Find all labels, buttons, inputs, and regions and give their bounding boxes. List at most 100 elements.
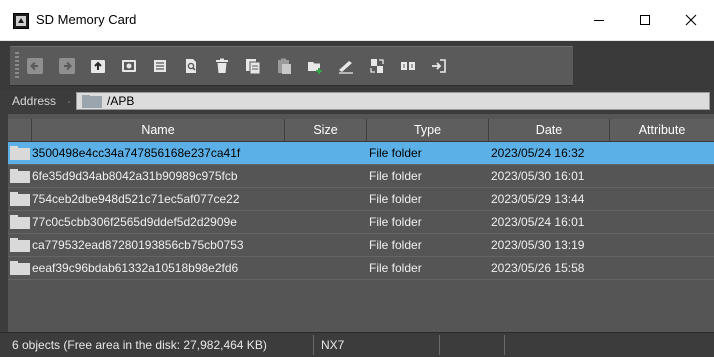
forward-button[interactable] [54,54,80,78]
back-button[interactable] [22,54,48,78]
table-row[interactable]: ca779532ead87280193856cb75cb0753 File fo… [8,234,714,256]
folder-icon [82,95,102,108]
row-divider [8,233,714,234]
transfer-icon [370,59,384,73]
cell-attribute [612,257,712,279]
compare-button[interactable] [395,54,421,78]
cell-attribute [612,211,712,233]
row-divider [8,164,714,165]
window-title: SD Memory Card [36,12,137,27]
cell-type: File folder [369,261,422,275]
cell-size [287,234,365,256]
close-icon [685,14,697,26]
cell-date: 2023/05/30 16:01 [491,169,585,183]
table-row[interactable]: 77c0c5cbb306f2565d9ddef5d2d2909e File fo… [8,211,714,233]
close-button[interactable] [668,0,714,40]
exit-icon [432,59,446,73]
cell-name: eeaf39c96bdab61332a10518b98e2fd6 [32,261,239,275]
folder-icon [10,192,30,206]
folder-icon [10,238,30,252]
exit-button[interactable] [426,54,452,78]
status-divider [313,335,314,355]
select-all-header[interactable] [8,119,32,141]
compare-icon [401,62,415,70]
search-icon [186,59,196,73]
table-row[interactable]: 3500498e4cc34a747856168e237ca41f File fo… [8,142,714,164]
properties-button[interactable] [147,54,173,78]
row-divider [8,210,714,211]
cell-type: File folder [369,238,422,252]
cell-name: 6fe35d9d34ab8042a31b90989c975fcb [32,169,238,183]
drive-icon [122,60,136,72]
list-header: Name Size Type Date Attribute [8,119,714,142]
status-divider [504,335,505,355]
folder-icon [10,146,30,160]
maximize-icon [640,15,650,25]
transfer-button[interactable] [364,54,390,78]
cell-attribute [612,142,712,164]
column-header-type[interactable]: Type [367,119,489,141]
paste-button[interactable] [271,54,297,78]
rename-button[interactable] [333,54,359,78]
row-divider [8,187,714,188]
folder-icon [10,261,30,275]
column-header-attribute[interactable]: Attribute [610,119,714,141]
cell-size [287,165,365,187]
cell-name: 3500498e4cc34a747856168e237ca41f [32,146,241,160]
cell-attribute [612,234,712,256]
forward-arrow-icon [59,58,75,74]
cell-name: 77c0c5cbb306f2565d9ddef5d2d2909e [32,215,237,229]
cell-date: 2023/05/26 15:58 [491,261,585,275]
minimize-icon [594,20,604,21]
table-row[interactable]: 754ceb2dbe948d521c71ec5af077ce22 File fo… [8,188,714,210]
new-folder-icon [308,62,322,74]
back-arrow-icon [27,58,43,74]
status-device: NX7 [321,338,345,352]
table-row[interactable]: eeaf39c96bdab61332a10518b98e2fd6 File fo… [8,257,714,279]
column-header-size[interactable]: Size [285,119,367,141]
address-label: Address [12,94,57,108]
column-header-name[interactable]: Name [32,119,285,141]
status-bar: 6 objects (Free area in the disk: 27,982… [0,332,714,357]
minimize-button[interactable] [576,0,622,40]
app-icon [13,13,29,29]
drive-button[interactable] [116,54,142,78]
address-path: /APB [107,94,135,108]
cell-date: 2023/05/30 13:19 [491,238,585,252]
folder-icon [10,169,30,183]
rename-icon [339,61,353,74]
cell-size [287,142,365,164]
toolbar-strip [10,46,573,86]
delete-button[interactable] [209,54,235,78]
cell-type: File folder [369,215,422,229]
cell-attribute [612,188,712,210]
cell-date: 2023/05/29 13:44 [491,192,585,206]
properties-icon [154,60,166,72]
address-separator: · [67,94,71,108]
cell-date: 2023/05/24 16:32 [491,146,585,160]
new-folder-button[interactable] [302,54,328,78]
cell-type: File folder [369,169,422,183]
cell-type: File folder [369,192,422,206]
row-divider [8,256,714,257]
search-button[interactable] [178,54,204,78]
cell-size [287,257,365,279]
cell-size [287,188,365,210]
status-divider [439,335,440,355]
address-field[interactable]: /APB [76,92,710,110]
paste-icon [278,58,291,74]
column-header-date[interactable]: Date [489,119,610,141]
copy-button[interactable] [240,54,266,78]
toolbar [0,41,714,90]
copy-icon [246,59,261,75]
maximize-button[interactable] [622,0,668,40]
address-bar: Address · /APB [0,90,714,112]
up-folder-icon [91,60,105,73]
status-objects: 6 objects (Free area in the disk: 27,982… [12,338,267,352]
toolbar-grip[interactable] [15,52,19,80]
row-divider [8,279,714,280]
up-folder-button[interactable] [85,54,111,78]
table-row[interactable]: 6fe35d9d34ab8042a31b90989c975fcb File fo… [8,165,714,187]
title-bar: SD Memory Card [0,0,714,41]
cell-size [287,211,365,233]
